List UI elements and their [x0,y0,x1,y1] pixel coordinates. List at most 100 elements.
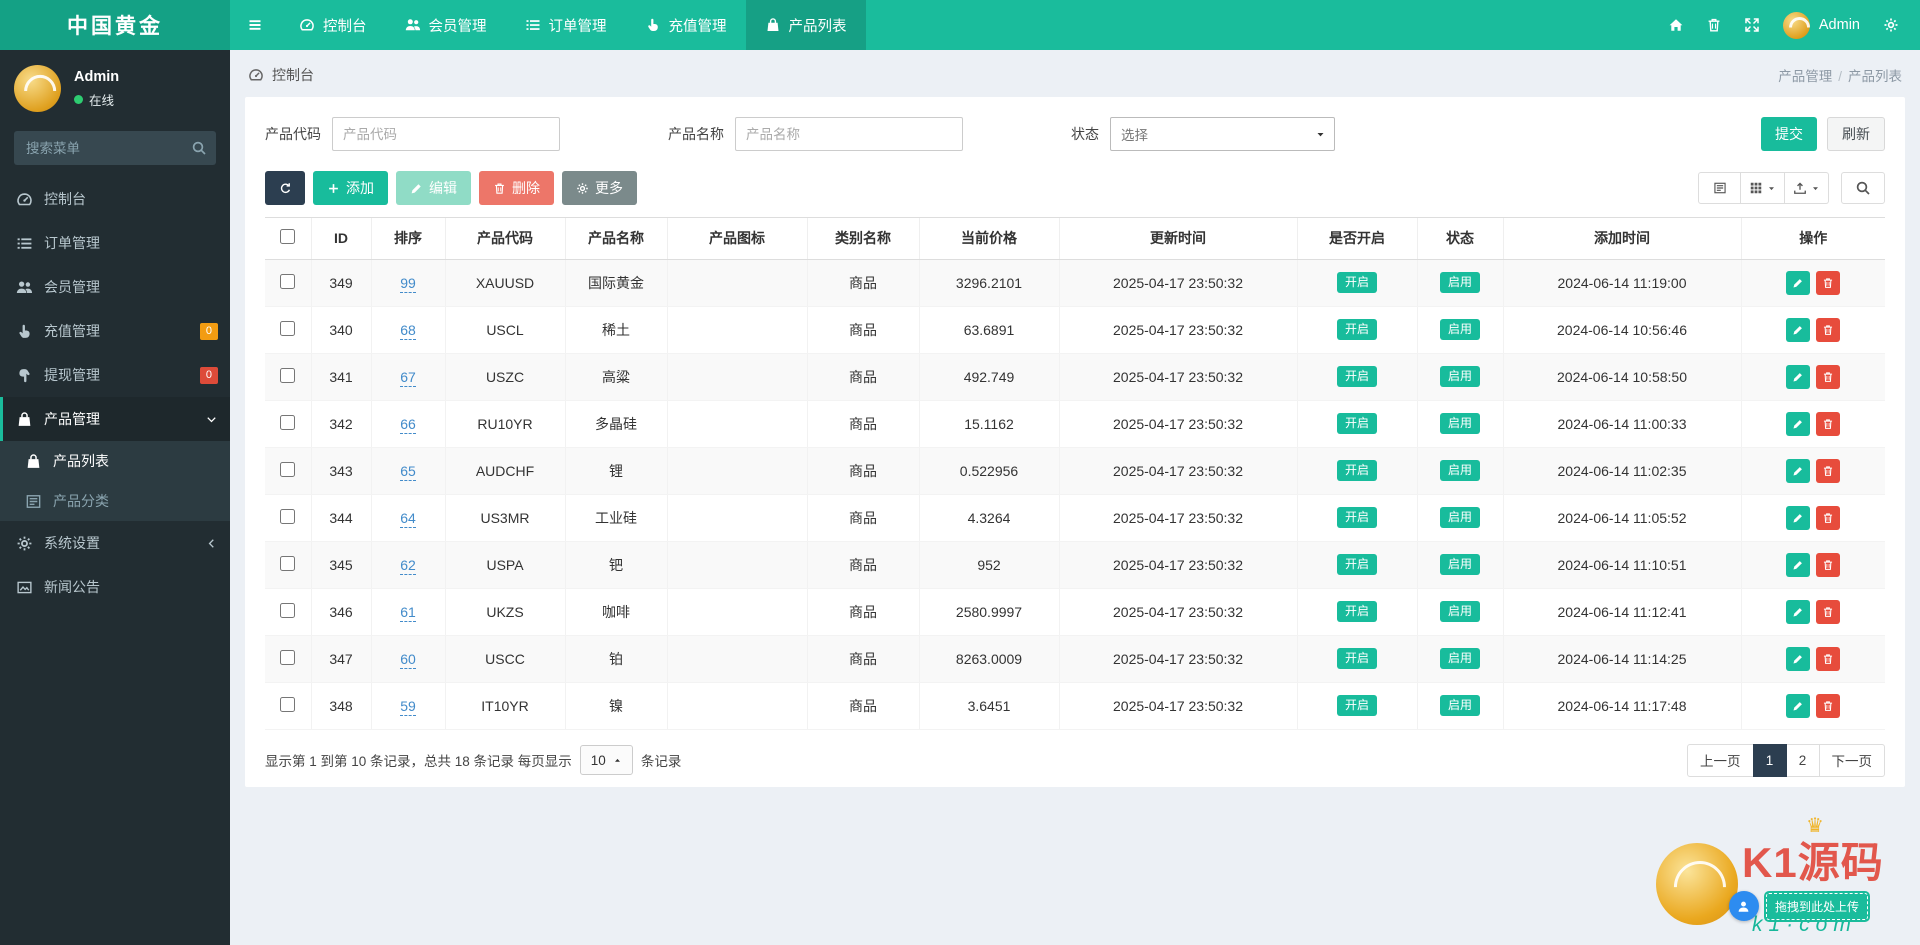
row-checkbox[interactable] [280,508,296,524]
sort-editable-link[interactable]: 64 [400,509,416,528]
sidebar-item-6[interactable]: 系统设置 [0,521,230,565]
refresh-button[interactable]: 刷新 [1827,117,1885,151]
edit-row-button[interactable] [1786,270,1811,295]
search-icon[interactable] [191,140,207,156]
sort-editable-link[interactable]: 61 [400,603,416,622]
share-button[interactable] [1728,891,1759,921]
delete-button[interactable]: 删除 [479,171,554,205]
cell-id: 343 [311,447,372,495]
sidebar-item-5[interactable]: 产品管理 [0,397,230,441]
sort-editable-link[interactable]: 99 [400,274,416,293]
edit-button[interactable]: 编辑 [396,171,471,205]
edit-row-button[interactable] [1786,693,1811,718]
sidebar-item-1[interactable]: 订单管理 [0,221,230,265]
edit-row-button[interactable] [1786,458,1811,483]
status-badge: 启用 [1439,319,1480,340]
page-button-1[interactable]: 1 [1752,743,1787,777]
upload-dropzone[interactable]: 拖拽到此处上传 [1765,892,1868,920]
delete-row-button[interactable] [1816,599,1841,624]
product-code-input[interactable] [332,117,560,151]
select-all-checkbox[interactable] [280,229,296,245]
row-checkbox[interactable] [280,649,296,665]
sort-editable-link[interactable]: 67 [400,368,416,387]
sidebar-item-7[interactable]: 新闻公告 [0,565,230,609]
home-button[interactable] [1657,0,1695,50]
row-checkbox[interactable] [280,273,296,289]
clear-cache-button[interactable] [1695,0,1733,50]
topnav-item-3[interactable]: 充值管理 [626,0,746,50]
breadcrumb-item[interactable]: 产品管理 [1778,69,1832,84]
cell-checkbox [265,635,312,683]
table-row: 342 66 RU10YR 多晶硅 商品 15.1162 2025-04-17 23:50:… [265,400,1885,448]
status-label: 状态 [1071,126,1099,142]
cell-enabled: 开启 [1297,635,1418,683]
prev-page-button[interactable]: 上一页 [1687,743,1754,777]
brand-logo[interactable]: 中国黄金 [0,0,230,50]
delete-row-button[interactable] [1816,411,1841,436]
edit-row-button[interactable] [1786,552,1811,577]
breadcrumb-item-active: 产品列表 [1848,69,1902,84]
sidebar-subitem-0[interactable]: 产品列表 [0,441,230,481]
topnav-item-2[interactable]: 订单管理 [506,0,626,50]
next-page-button[interactable]: 下一页 [1818,743,1885,777]
sort-editable-link[interactable]: 62 [400,556,416,575]
sort-editable-link[interactable]: 66 [400,415,416,434]
edit-row-button[interactable] [1786,505,1811,530]
column-toggle-button[interactable] [1741,172,1785,204]
trash-icon [1822,465,1834,477]
edit-row-button[interactable] [1786,411,1811,436]
delete-row-button[interactable] [1816,270,1841,295]
sidebar-item-0[interactable]: 控制台 [0,177,230,221]
settings-button[interactable] [1872,0,1910,50]
row-checkbox[interactable] [280,320,296,336]
product-name-input[interactable] [735,117,963,151]
page-button-2[interactable]: 2 [1785,743,1820,777]
fullscreen-button[interactable] [1733,0,1771,50]
sidebar-subitem-1[interactable]: 产品分类 [0,481,230,521]
delete-row-button[interactable] [1816,458,1841,483]
edit-row-button[interactable] [1786,364,1811,389]
sort-editable-link[interactable]: 68 [400,321,416,340]
delete-row-button[interactable] [1816,646,1841,671]
row-checkbox[interactable] [280,414,296,430]
row-checkbox[interactable] [280,461,296,477]
add-button[interactable]: 添加 [313,171,388,205]
expand-icon [1744,17,1760,33]
delete-row-button[interactable] [1816,317,1841,342]
sidebar-item-4[interactable]: 提现管理 0 [0,353,230,397]
sort-editable-link[interactable]: 60 [400,650,416,669]
pagination: 显示第 1 到第 10 条记录，总共 18 条记录 每页显示 10 条记录 上一… [265,743,1885,777]
sort-editable-link[interactable]: 59 [400,697,416,716]
submit-button[interactable]: 提交 [1761,117,1817,151]
edit-row-button[interactable] [1786,317,1811,342]
edit-row-button[interactable] [1786,646,1811,671]
sort-editable-link[interactable]: 65 [400,462,416,481]
topnav-item-1[interactable]: 会员管理 [386,0,506,50]
table-search-button[interactable] [1841,172,1885,204]
sidebar-menu-entry: 控制台 [0,177,230,221]
row-checkbox[interactable] [280,555,296,571]
topnav-item-0[interactable]: 控制台 [280,0,386,50]
sidebar-toggle-button[interactable] [230,0,280,50]
row-checkbox[interactable] [280,367,296,383]
sidebar-item-3[interactable]: 充值管理 0 [0,309,230,353]
row-checkbox[interactable] [280,696,296,712]
reload-button[interactable] [265,171,305,205]
user-menu[interactable]: Admin [1771,0,1872,50]
row-checkbox[interactable] [280,602,296,618]
status-select[interactable]: 选择 [1110,117,1335,151]
cell-status: 启用 [1417,306,1504,354]
edit-row-button[interactable] [1786,599,1811,624]
topnav-item-4[interactable]: 产品列表 [745,0,866,50]
export-button[interactable] [1785,172,1829,204]
delete-row-button[interactable] [1816,505,1841,530]
delete-row-button[interactable] [1816,364,1841,389]
delete-row-button[interactable] [1816,693,1841,718]
more-button[interactable]: 更多 [562,171,637,205]
search-input[interactable] [14,131,216,165]
detail-view-button[interactable] [1698,172,1741,204]
sidebar-item-2[interactable]: 会员管理 [0,265,230,309]
cell-id: 346 [311,588,372,636]
page-size-select[interactable]: 10 [579,745,633,775]
delete-row-button[interactable] [1816,552,1841,577]
